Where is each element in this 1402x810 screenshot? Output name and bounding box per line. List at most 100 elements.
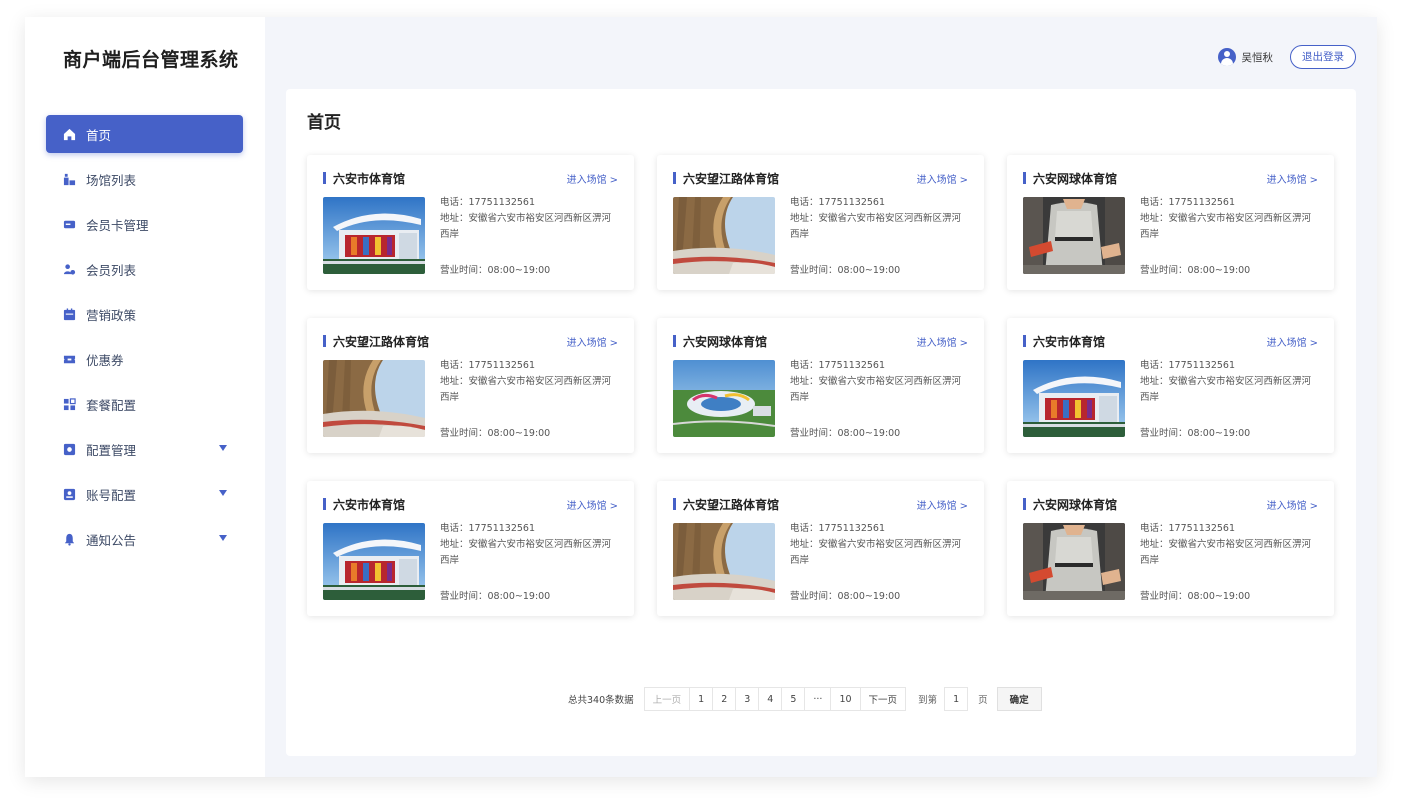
- venue-phone: 电话：17751132561: [1140, 195, 1320, 211]
- phone-value: 17751132561: [1168, 360, 1236, 371]
- sidebar-item-5[interactable]: 优惠券: [46, 340, 243, 378]
- page-unit-label: 页: [978, 695, 988, 706]
- page-number-button[interactable]: 2: [712, 687, 737, 711]
- enter-venue-link[interactable]: 进入场馆 >: [917, 497, 968, 512]
- venue-info: 电话：17751132561 地址：安徽省六安市裕安区河西新区淠河西岸: [1140, 358, 1320, 406]
- enter-venue-link[interactable]: 进入场馆 >: [917, 334, 968, 349]
- sidebar-item-4[interactable]: 营销政策: [46, 295, 243, 333]
- page-number-button[interactable]: 4: [758, 687, 783, 711]
- phone-value: 17751132561: [818, 360, 886, 371]
- venue-card: 六安网球体育馆 进入场馆 > 电话：17751132561 地址：安徽省六安市裕安区河西…: [1007, 481, 1334, 616]
- home-icon: [62, 127, 76, 141]
- sidebar-item-3[interactable]: 会员列表: [46, 250, 243, 288]
- next-page-button[interactable]: 下一页: [859, 687, 907, 711]
- phone-value: 17751132561: [1168, 523, 1236, 534]
- main-panel: 首页 六安市体育馆 进入场馆 > 电话：17751132561 地址：安徽省六安市裕安区…: [286, 89, 1356, 756]
- venue-name: 六安网球体育馆: [1033, 498, 1118, 512]
- avatar[interactable]: [1217, 48, 1236, 66]
- page-number-button[interactable]: ···: [804, 687, 832, 711]
- chevron-down-icon: [219, 535, 227, 541]
- enter-venue-link[interactable]: 进入场馆 >: [1267, 497, 1318, 512]
- app-title: 商户端后台管理系统: [63, 49, 239, 71]
- confirm-button[interactable]: 确定: [996, 687, 1042, 711]
- phone-label: 电话：: [790, 360, 819, 371]
- venue-name: 六安市体育馆: [1033, 335, 1106, 349]
- venue-name: 六安望江路体育馆: [683, 172, 780, 186]
- venue-phone: 电话：17751132561: [790, 195, 970, 211]
- sidebar-item-0[interactable]: 首页: [46, 115, 243, 153]
- hours-label: 营业时间：: [790, 591, 838, 602]
- venue-hours: 营业时间：08:00~19:00: [790, 588, 900, 602]
- venue-photo: [1023, 360, 1125, 437]
- hours-value: 08:00~19:00: [1187, 428, 1251, 439]
- page-number-button[interactable]: 10: [830, 687, 861, 711]
- hours-value: 08:00~19:00: [837, 428, 901, 439]
- hours-value: 08:00~19:00: [837, 591, 901, 602]
- venue-photo: [323, 360, 425, 437]
- venue-card: 六安网球体育馆 进入场馆 > 电话：17751132561 地址：安徽省六安市裕安区河西…: [1007, 155, 1334, 290]
- chevron-right-icon: >: [959, 175, 968, 186]
- enter-venue-link[interactable]: 进入场馆 >: [1267, 171, 1318, 186]
- chevron-right-icon: >: [1309, 175, 1318, 186]
- venue-photo: [673, 523, 775, 600]
- venue-phone: 电话：17751132561: [1140, 358, 1320, 374]
- sidebar-item-1[interactable]: 场馆列表: [46, 160, 243, 198]
- venue-address: 地址：安徽省六安市裕安区河西新区淠河西岸: [1140, 211, 1320, 243]
- phone-label: 电话：: [440, 360, 469, 371]
- venue-address: 地址：安徽省六安市裕安区河西新区淠河西岸: [440, 211, 620, 243]
- title-accent: [673, 335, 676, 347]
- sidebar-item-7[interactable]: 配置管理: [46, 430, 243, 468]
- venue-name: 六安网球体育馆: [683, 335, 768, 349]
- sidebar-item-2[interactable]: 会员卡管理: [46, 205, 243, 243]
- page-number-button[interactable]: 3: [735, 687, 760, 711]
- venue-phone: 电话：17751132561: [440, 195, 620, 211]
- hours-value: 08:00~19:00: [1187, 591, 1251, 602]
- venue-address: 地址：安徽省六安市裕安区河西新区淠河西岸: [440, 537, 620, 569]
- page-number-button[interactable]: 1: [689, 687, 714, 711]
- address-label: 地址：: [440, 213, 469, 224]
- venue-info: 电话：17751132561 地址：安徽省六安市裕安区河西新区淠河西岸: [790, 521, 970, 569]
- prev-page-button[interactable]: 上一页: [643, 687, 691, 711]
- bell-icon: [62, 532, 76, 546]
- venue-info: 电话：17751132561 地址：安徽省六安市裕安区河西新区淠河西岸: [440, 195, 620, 243]
- sidebar-item-label: 配置管理: [86, 442, 137, 458]
- enter-venue-link[interactable]: 进入场馆 >: [1267, 334, 1318, 349]
- sidebar-item-label: 通知公告: [86, 532, 137, 548]
- sidebar-item-8[interactable]: 账号配置: [46, 475, 243, 513]
- phone-value: 17751132561: [818, 197, 886, 208]
- title-accent: [323, 498, 326, 510]
- enter-venue-link[interactable]: 进入场馆 >: [567, 334, 618, 349]
- enter-venue-label: 进入场馆: [566, 175, 607, 186]
- venue-info: 电话：17751132561 地址：安徽省六安市裕安区河西新区淠河西岸: [790, 195, 970, 243]
- user-area: 吴恒秋 退出登录: [1217, 45, 1356, 69]
- pagination-total: 总共340条数据: [568, 695, 634, 706]
- venue-phone: 电话：17751132561: [790, 358, 970, 374]
- sidebar-item-9[interactable]: 通知公告: [46, 520, 243, 558]
- sidebar-item-label: 首页: [86, 127, 112, 143]
- sidebar-item-label: 场馆列表: [86, 172, 137, 188]
- sidebar-item-6[interactable]: 套餐配置: [46, 385, 243, 423]
- address-label: 地址：: [790, 376, 819, 387]
- venue-card: 六安市体育馆 进入场馆 > 电话：17751132561 地址：安徽省六安市裕安区河西新…: [307, 481, 634, 616]
- venue-info: 电话：17751132561 地址：安徽省六安市裕安区河西新区淠河西岸: [1140, 521, 1320, 569]
- hours-value: 08:00~19:00: [487, 591, 551, 602]
- phone-label: 电话：: [440, 523, 469, 534]
- page-number-button[interactable]: 5: [781, 687, 806, 711]
- account-icon: [62, 487, 76, 501]
- logout-button[interactable]: 退出登录: [1290, 45, 1356, 69]
- sidebar-item-label: 优惠券: [86, 352, 124, 368]
- marketing-icon: [62, 307, 76, 321]
- enter-venue-link[interactable]: 进入场馆 >: [917, 171, 968, 186]
- venue-hours: 营业时间：08:00~19:00: [790, 425, 900, 439]
- venue-icon: [62, 172, 76, 186]
- address-label: 地址：: [1140, 376, 1169, 387]
- enter-venue-label: 进入场馆: [1266, 338, 1307, 349]
- page-jump-input[interactable]: 1: [944, 687, 969, 711]
- settings-icon: [62, 442, 76, 456]
- enter-venue-link[interactable]: 进入场馆 >: [567, 497, 618, 512]
- enter-venue-label: 进入场馆: [1266, 501, 1307, 512]
- title-accent: [1023, 335, 1026, 347]
- enter-venue-link[interactable]: 进入场馆 >: [567, 171, 618, 186]
- phone-value: 17751132561: [1168, 197, 1236, 208]
- venue-card: 六安网球体育馆 进入场馆 > 电话：17751132561 地址：安徽省六安市裕安区河西…: [657, 318, 984, 453]
